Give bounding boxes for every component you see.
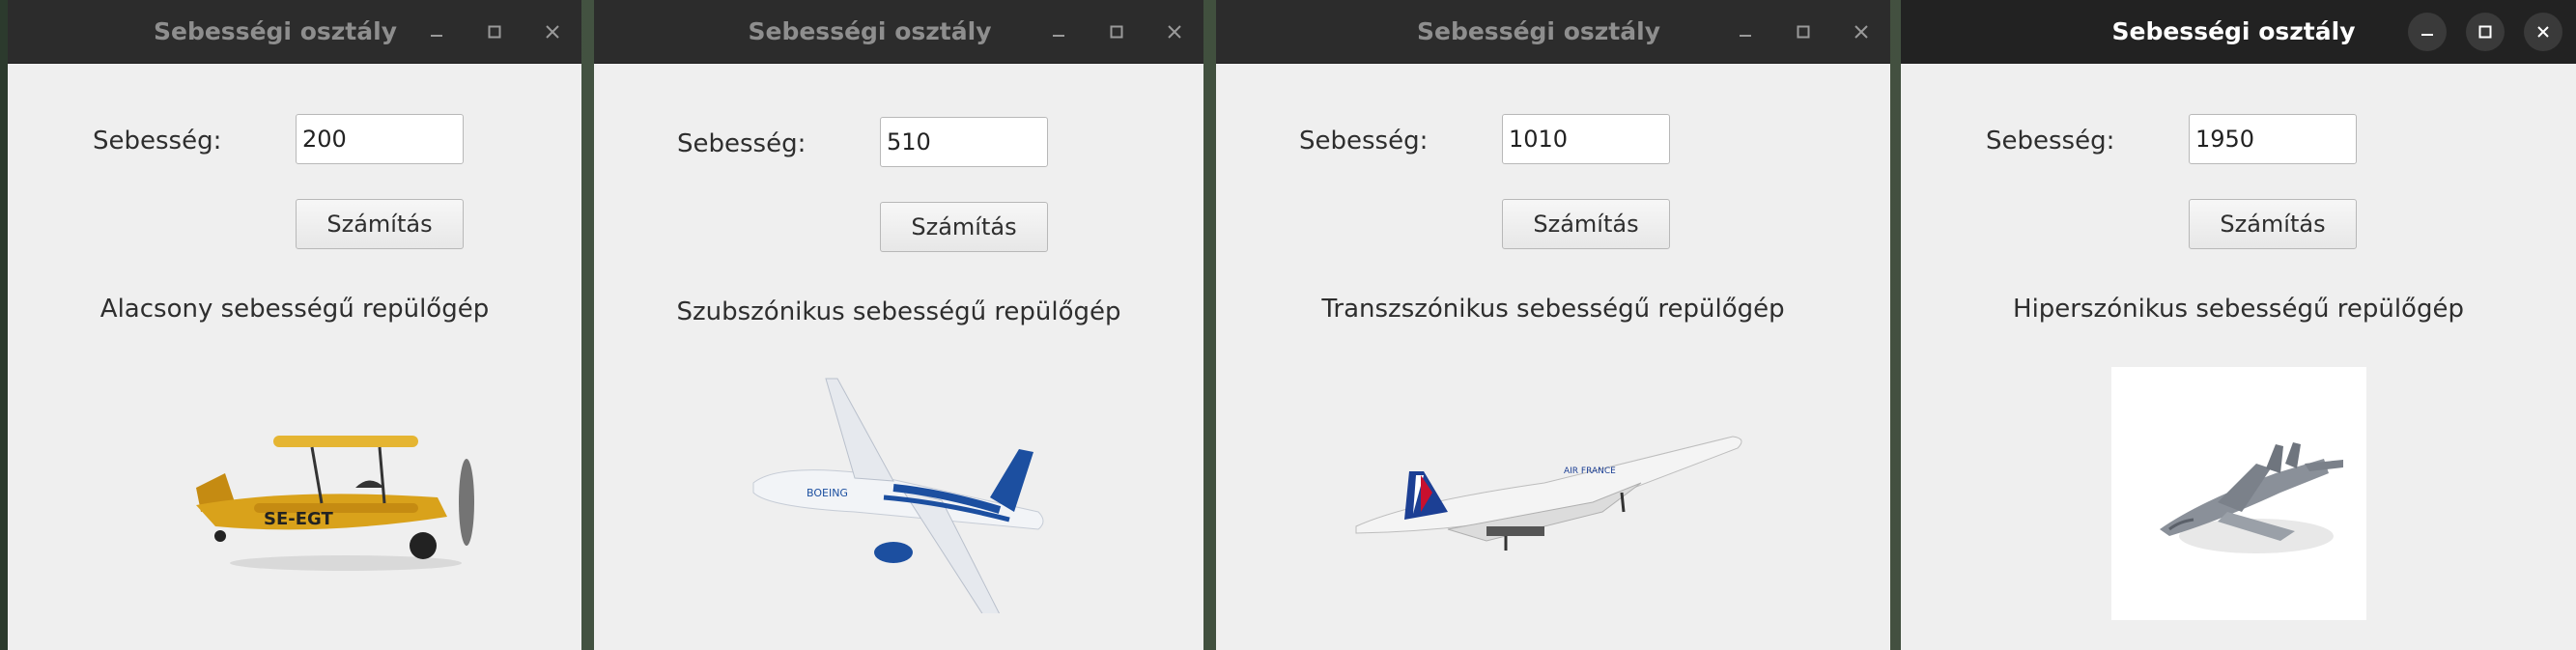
window-speed-class-4: Sebességi osztály Sebesség: 1950 Számítá… (1901, 0, 2576, 650)
speed-input[interactable]: 510 (880, 117, 1048, 167)
speed-label: Sebesség: (677, 129, 807, 158)
concorde-icon: AIR FRANCE (1351, 415, 1757, 560)
close-icon[interactable] (1838, 9, 1884, 55)
speed-input[interactable]: 1950 (2189, 114, 2357, 164)
window-title: Sebességi osztály (1417, 17, 1660, 45)
fighter-jet-icon (2111, 367, 2366, 620)
minimize-icon[interactable] (1722, 9, 1769, 55)
speed-label: Sebesség: (93, 127, 222, 155)
maximize-icon[interactable] (2466, 13, 2505, 51)
window-controls (1722, 0, 1884, 64)
window-controls (413, 0, 576, 64)
result-label: Alacsony sebességű repülőgép (99, 295, 490, 324)
result-label: Hiperszónikus sebességű repülőgép (2013, 295, 2464, 324)
window-speed-class-3: Sebességi osztály Sebesség: 1010 Számítá… (1216, 0, 1890, 650)
result-label: Transzszónikus sebességű repülőgép (1321, 295, 1785, 324)
speed-input[interactable]: 200 (296, 114, 464, 164)
airliner-icon: BOEING (749, 377, 1067, 619)
calculate-button[interactable]: Számítás (880, 202, 1048, 252)
minimize-icon[interactable] (2408, 13, 2447, 51)
maximize-icon[interactable] (471, 9, 518, 55)
calculate-button[interactable]: Számítás (1502, 199, 1670, 249)
close-icon[interactable] (529, 9, 576, 55)
maximize-icon[interactable] (1093, 9, 1140, 55)
maximize-icon[interactable] (1780, 9, 1826, 55)
window-speed-class-1: Sebességi osztály Sebesség: 200 Számítás… (8, 0, 581, 650)
svg-text:AIR FRANCE: AIR FRANCE (1564, 466, 1616, 476)
result-label: Szubszónikus sebességű repülőgép (676, 297, 1121, 326)
speed-label: Sebesség: (1986, 127, 2115, 155)
window-controls (2408, 0, 2562, 64)
window-title: Sebességi osztály (748, 17, 992, 45)
window-title: Sebességi osztály (2111, 17, 2356, 45)
calculate-button[interactable]: Számítás (296, 199, 464, 249)
close-icon[interactable] (1151, 9, 1198, 55)
svg-text:BOEING: BOEING (807, 487, 848, 499)
window-controls (1035, 0, 1198, 64)
minimize-icon[interactable] (413, 9, 460, 55)
window-title: Sebességi osztály (154, 17, 397, 45)
svg-text:SE-EGT: SE-EGT (264, 509, 333, 529)
window-speed-class-2: Sebességi osztály Sebesség: 510 Számítás… (594, 0, 1203, 650)
calculate-button[interactable]: Számítás (2189, 199, 2357, 249)
speed-label: Sebesség: (1299, 127, 1429, 155)
close-icon[interactable] (2524, 13, 2562, 51)
minimize-icon[interactable] (1035, 9, 1082, 55)
biplane-icon: SE-EGT (177, 420, 510, 575)
speed-input[interactable]: 1010 (1502, 114, 1670, 164)
